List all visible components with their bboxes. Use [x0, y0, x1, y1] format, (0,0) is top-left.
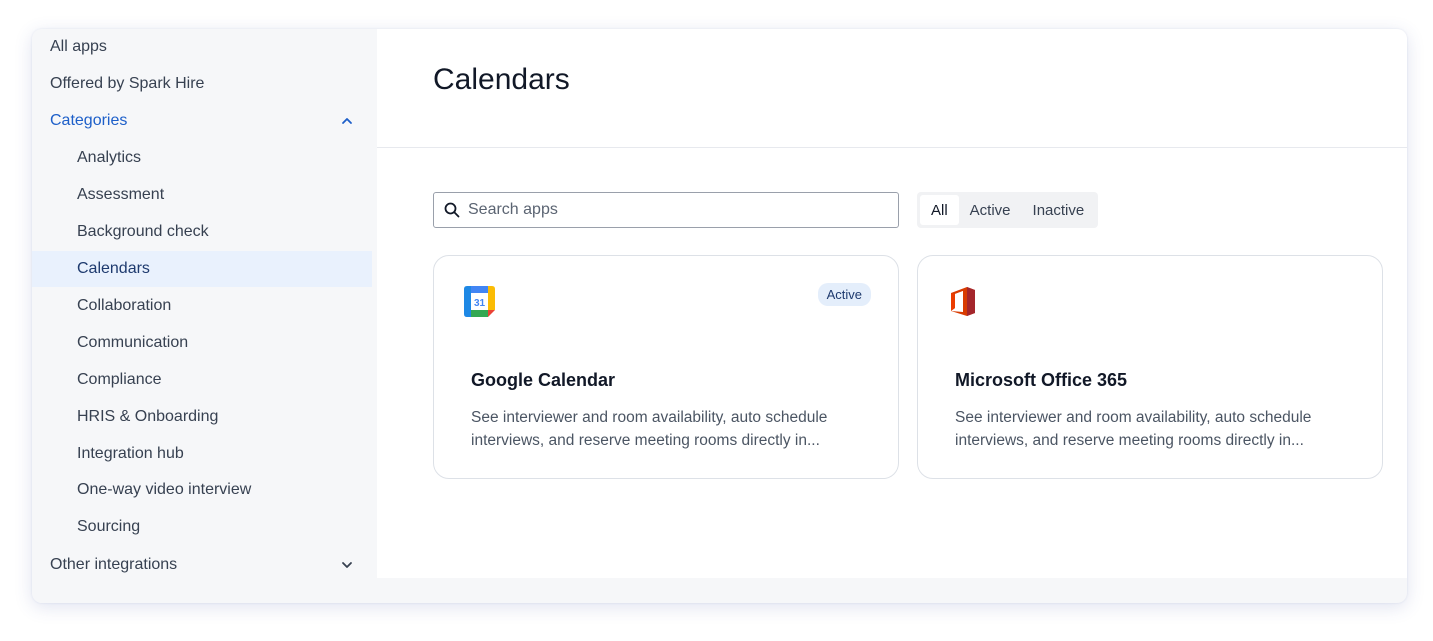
card-title: Microsoft Office 365 [955, 370, 1128, 390]
filter-inactive-button[interactable]: Inactive [1022, 195, 1096, 225]
card-description: See interviewer and room availability, a… [955, 409, 1312, 449]
sidebar-item-communication[interactable]: Communication [32, 325, 372, 361]
sidebar-item-label: Compliance [77, 371, 162, 388]
sidebar-item-sourcing[interactable]: Sourcing [32, 509, 372, 545]
sidebar-item-label: HRIS & Onboarding [77, 408, 219, 425]
sidebar-item-label: Background check [77, 223, 209, 240]
app-card-microsoft-office-365[interactable]: Microsoft Office 365 See interviewer and… [917, 255, 1383, 479]
google-calendar-icon: 31 [463, 285, 496, 318]
sidebar-item-label: All apps [50, 38, 107, 55]
main-content: Calendars All Active Inactive [377, 29, 1407, 578]
sidebar-item-offered-by-spark-hire[interactable]: Offered by Spark Hire [32, 66, 372, 102]
sidebar-item-label: Categories [50, 112, 128, 129]
card-title: Google Calendar [471, 370, 616, 390]
chevron-down-icon [340, 558, 354, 572]
sidebar-item-collaboration[interactable]: Collaboration [32, 288, 372, 324]
sidebar-item-hris-onboarding[interactable]: HRIS & Onboarding [32, 399, 372, 435]
sidebar-item-label: Analytics [77, 149, 142, 166]
status-badge: Active [817, 283, 871, 306]
sidebar-item-label: Collaboration [77, 297, 172, 314]
page-header: Calendars [377, 29, 1407, 148]
filter-all-button[interactable]: All [920, 195, 959, 225]
sidebar-item-label: Communication [77, 334, 189, 351]
filter-active-button[interactable]: Active [959, 195, 1022, 225]
sidebar: All apps Offered by Spark Hire Categorie… [32, 29, 377, 603]
sidebar-item-categories[interactable]: Categories [32, 103, 372, 139]
page-title: Calendars [433, 63, 570, 96]
sidebar-item-background-check[interactable]: Background check [32, 214, 372, 250]
calendar-date-label: 31 [474, 298, 486, 309]
app-window: All apps Offered by Spark Hire Categorie… [32, 29, 1407, 603]
sidebar-item-calendars[interactable]: Calendars [32, 251, 372, 287]
sidebar-item-analytics[interactable]: Analytics [32, 140, 372, 176]
sidebar-item-other-integrations[interactable]: Other integrations [32, 547, 372, 583]
sidebar-item-one-way-video-interview[interactable]: One-way video interview [32, 472, 372, 508]
card-description: See interviewer and room availability, a… [471, 409, 828, 449]
sidebar-item-label: Sourcing [77, 518, 141, 535]
sidebar-item-label: Assessment [77, 186, 165, 203]
sidebar-item-label: Integration hub [77, 445, 184, 462]
sidebar-item-assessment[interactable]: Assessment [32, 177, 372, 213]
sidebar-item-label: One-way video interview [77, 481, 252, 498]
chevron-up-icon [340, 114, 354, 128]
search-icon [444, 202, 460, 218]
search-box[interactable] [433, 192, 899, 228]
sidebar-item-all-apps[interactable]: All apps [32, 29, 372, 65]
sidebar-item-label: Calendars [77, 260, 150, 277]
sidebar-item-compliance[interactable]: Compliance [32, 362, 372, 398]
app-card-google-calendar[interactable]: 31 Active Google Calendar See interviewe… [433, 255, 899, 479]
status-filter: All Active Inactive [917, 192, 1099, 228]
microsoft-office-icon [947, 285, 980, 318]
sidebar-item-label: Offered by Spark Hire [50, 75, 205, 92]
search-input[interactable] [466, 200, 898, 220]
sidebar-item-integration-hub[interactable]: Integration hub [32, 436, 372, 472]
sidebar-item-label: Other integrations [50, 556, 178, 573]
